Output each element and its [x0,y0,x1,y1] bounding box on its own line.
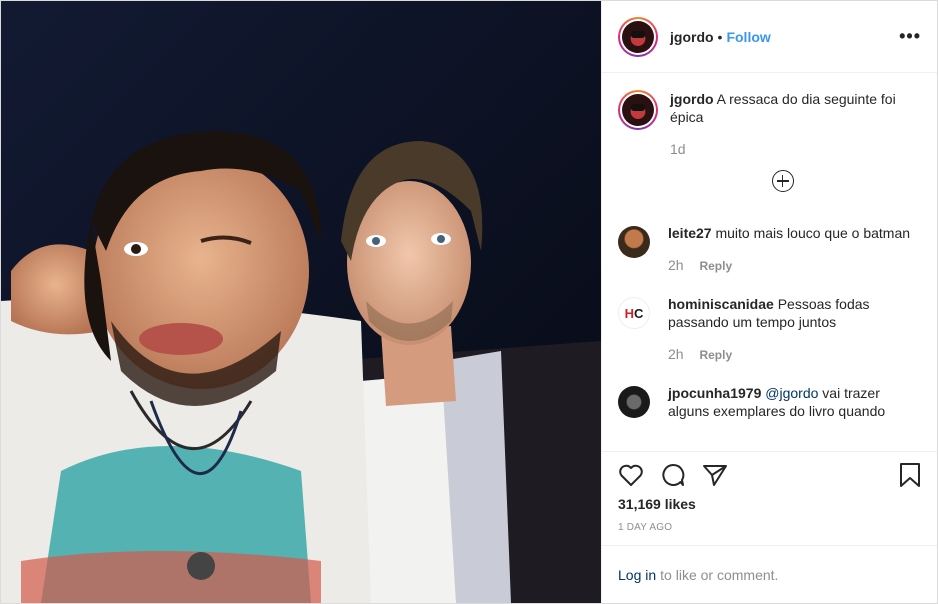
reply-button[interactable]: Reply [699,348,732,362]
reply-button[interactable]: Reply [699,259,732,273]
separator-dot: • [717,28,723,45]
post-sidebar: jgordo • Follow ••• jgordo A ressaca do … [601,1,937,603]
comment-item: HC hominiscanidae Pessoas fodas passando… [618,295,921,364]
avatar-image [622,94,654,126]
comment-text: muito mais louco que o batman [715,225,911,241]
action-icons [618,462,921,488]
comment-body: hominiscanidae Pessoas fodas passando um… [668,295,921,364]
comment-body: leite27 muito mais louco que o batman 2h… [668,224,910,275]
avatar-letter-c: C [634,305,644,321]
header-text: jgordo • Follow [670,29,771,45]
comment-body: jpocunha1979 @jgordo vai trazer alguns e… [668,384,921,420]
comment-time[interactable]: 2h [668,257,684,273]
comment-time[interactable]: 2h [668,346,684,362]
avatar-letter-h: H [624,305,634,321]
post-timestamp[interactable]: 1 DAY AGO [618,522,921,533]
caption-avatar[interactable] [618,90,658,130]
post-actions: 31,169 likes 1 DAY AGO [602,451,937,533]
caption: jgordo A ressaca do dia seguinte foi épi… [618,90,921,158]
comment-item: leite27 muito mais louco que o batman 2h… [618,224,921,275]
comment-icon[interactable] [660,463,686,487]
caption-username[interactable]: jgordo [670,91,714,107]
avatar-inner [620,92,656,128]
likes-count[interactable]: 31,169 likes [618,496,921,512]
caption-time: 1d [670,140,921,158]
login-text: to like or comment. [660,566,779,583]
comment-username[interactable]: jpocunha1979 [668,385,761,401]
add-comment-icon[interactable] [771,170,794,192]
heart-icon[interactable] [618,463,644,487]
caption-time-label[interactable]: 1d [670,141,686,157]
comment-meta: 2h Reply [668,345,921,364]
follow-button[interactable]: Follow [726,29,770,45]
post-photo[interactable] [1,1,601,603]
comment-mention[interactable]: @jgordo [765,385,818,401]
share-icon[interactable] [702,463,728,487]
more-options-icon[interactable]: ••• [899,26,921,47]
comment-username[interactable]: leite27 [668,225,712,241]
comment-username[interactable]: hominiscanidae [668,296,774,312]
comment-meta: 2h Reply [668,256,910,275]
avatar-image [622,20,654,53]
login-prompt: Log in to like or comment. [602,545,937,603]
caption-body: jgordo A ressaca do dia seguinte foi épi… [670,90,921,158]
login-link[interactable]: Log in [618,567,656,583]
post-header: jgordo • Follow ••• [602,1,937,73]
comments-list[interactable]: jgordo A ressaca do dia seguinte foi épi… [602,74,937,450]
author-avatar[interactable] [618,16,658,57]
photo-illustration [1,1,601,603]
commenter-avatar[interactable]: HC [618,297,650,329]
avatar-inner [620,18,656,55]
commenter-avatar[interactable] [618,226,650,258]
bookmark-icon[interactable] [899,462,921,488]
commenter-avatar[interactable] [618,386,650,418]
post-container: jgordo • Follow ••• jgordo A ressaca do … [0,0,938,604]
comment-item: jpocunha1979 @jgordo vai trazer alguns e… [618,384,921,420]
author-username[interactable]: jgordo [670,29,714,45]
